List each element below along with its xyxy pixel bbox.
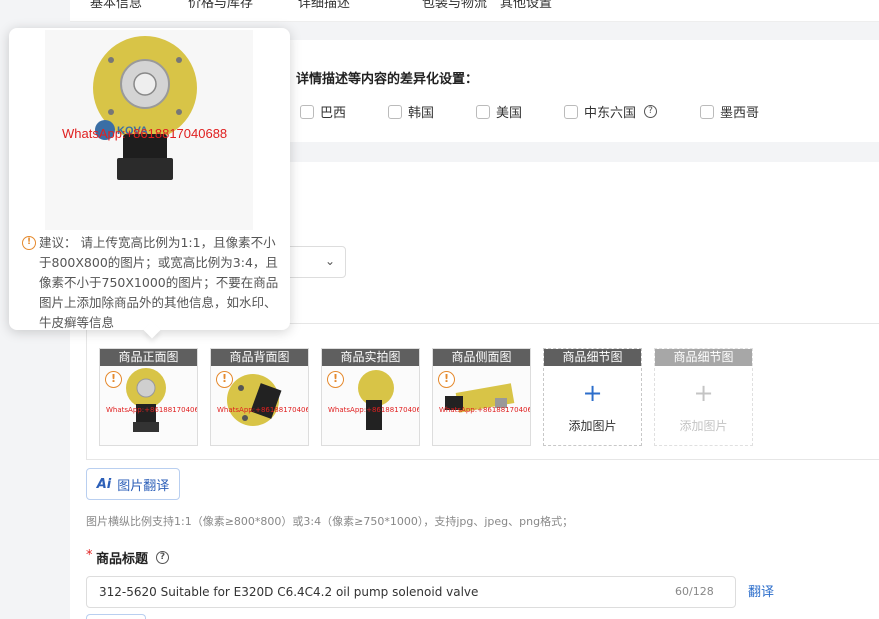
warning-icon[interactable]: ! (105, 371, 122, 388)
image-slot-label: 商品实拍图 (322, 349, 419, 366)
checkbox-mexico[interactable]: 墨西哥 (700, 102, 759, 121)
checkbox-label: 中东六国 (584, 106, 637, 121)
image-slot-front[interactable]: 商品正面图 WhatsApp:+8618817040688 ! (99, 348, 198, 446)
tab-price-stock[interactable]: 价格与库存 (188, 0, 253, 11)
plus-icon: + (693, 379, 714, 407)
watermark-text: WhatsApp:+8618817040688 (106, 406, 197, 414)
checkbox-korea[interactable]: 韩国 (388, 102, 434, 121)
char-count: 60/128 (675, 585, 714, 598)
watermark-text: WhatsApp:+8618817040688 (217, 406, 308, 414)
checkbox-box[interactable] (388, 104, 402, 119)
checkbox-box[interactable] (476, 104, 490, 119)
image-preview-popover: KOVA WhatsApp:+8618817040688 ! 建议： 请上传宽高… (9, 28, 290, 339)
image-slot-label: 商品正面图 (100, 349, 197, 366)
checkbox-label: 巴西 (320, 106, 347, 121)
help-icon[interactable]: ? (644, 105, 658, 118)
checkbox-box[interactable] (564, 104, 578, 119)
tab-detail-desc[interactable]: 详细描述 (298, 0, 350, 11)
checkbox-usa[interactable]: 美国 (476, 102, 522, 121)
large-preview-image: KOVA WhatsApp:+8618817040688 (45, 30, 253, 230)
field-label-text: 商品标题 (96, 552, 149, 567)
warning-icon[interactable]: ! (216, 371, 233, 388)
tab-package-logistics[interactable]: 包装与物流 (422, 0, 487, 11)
add-image-text: 添加图片 (568, 419, 617, 433)
image-slot-label: 商品细节图 (544, 349, 641, 366)
add-image-text: 添加图片 (679, 419, 728, 433)
upload-suggestion-text: 建议： 请上传宽高比例为1:1，且像素不小于800X800的图片；或宽高比例为3… (39, 235, 279, 330)
image-slot-actual[interactable]: 商品实拍图 WhatsApp:+8618817040688 ! (321, 348, 420, 446)
checkbox-box[interactable] (300, 104, 314, 119)
translate-link[interactable]: 翻译 (748, 581, 774, 600)
image-slot-label: 商品侧面图 (433, 349, 530, 366)
checkbox-middle-east[interactable]: 中东六国 ? (564, 102, 658, 121)
image-slot-detail[interactable]: 商品细节图 + 添加图片 (543, 348, 642, 446)
tab-other-settings[interactable]: 其他设置 (500, 0, 552, 11)
watermark-text: WhatsApp:+8618817040688 (439, 406, 530, 414)
watermark-text: WhatsApp:+8618817040688 (62, 126, 228, 141)
image-slot-back[interactable]: 商品背面图 WhatsApp:+8618817040688 ! (210, 348, 309, 446)
warning-icon: ! (22, 236, 36, 250)
checkbox-brazil[interactable]: 巴西 (300, 102, 346, 121)
plus-icon: + (582, 379, 603, 407)
image-slot-side[interactable]: 商品侧面图 WhatsApp:+8618817040688 ! (432, 348, 531, 446)
image-slot-detail-disabled: 商品细节图 + 添加图片 (654, 348, 753, 446)
product-title-label: 商品标题 ? (96, 548, 170, 567)
chevron-down-icon: ⌄ (324, 254, 335, 268)
tab-basic-info[interactable]: 基本信息 (90, 0, 142, 11)
checkbox-label: 韩国 (408, 106, 435, 121)
ai-icon: Ai (96, 476, 112, 492)
warning-icon[interactable]: ! (438, 371, 455, 388)
section-tabs: 基本信息 价格与库存 详细描述 包装与物流 其他设置 (70, 0, 879, 22)
next-button-edge[interactable] (86, 614, 146, 619)
checkbox-box[interactable] (700, 104, 714, 119)
checkbox-label: 美国 (496, 106, 523, 121)
required-mark: * (86, 548, 93, 563)
image-slot-label: 商品细节图 (655, 349, 752, 366)
image-format-hint: 图片横纵比例支持1:1（像素≥800*800）或3:4（像素≥750*1000）… (86, 515, 574, 528)
warning-icon[interactable]: ! (327, 371, 344, 388)
watermark-text: WhatsApp:+8618817040688 (328, 406, 419, 414)
image-slot-label: 商品背面图 (211, 349, 308, 366)
diff-settings-title: 详情描述等内容的差异化设置： (296, 72, 479, 87)
image-translate-button[interactable]: Ai 图片翻译 (86, 468, 180, 500)
help-icon[interactable]: ? (156, 551, 170, 564)
product-title-input[interactable] (86, 576, 736, 608)
image-translate-label: 图片翻译 (117, 478, 170, 494)
checkbox-label: 墨西哥 (720, 106, 760, 121)
